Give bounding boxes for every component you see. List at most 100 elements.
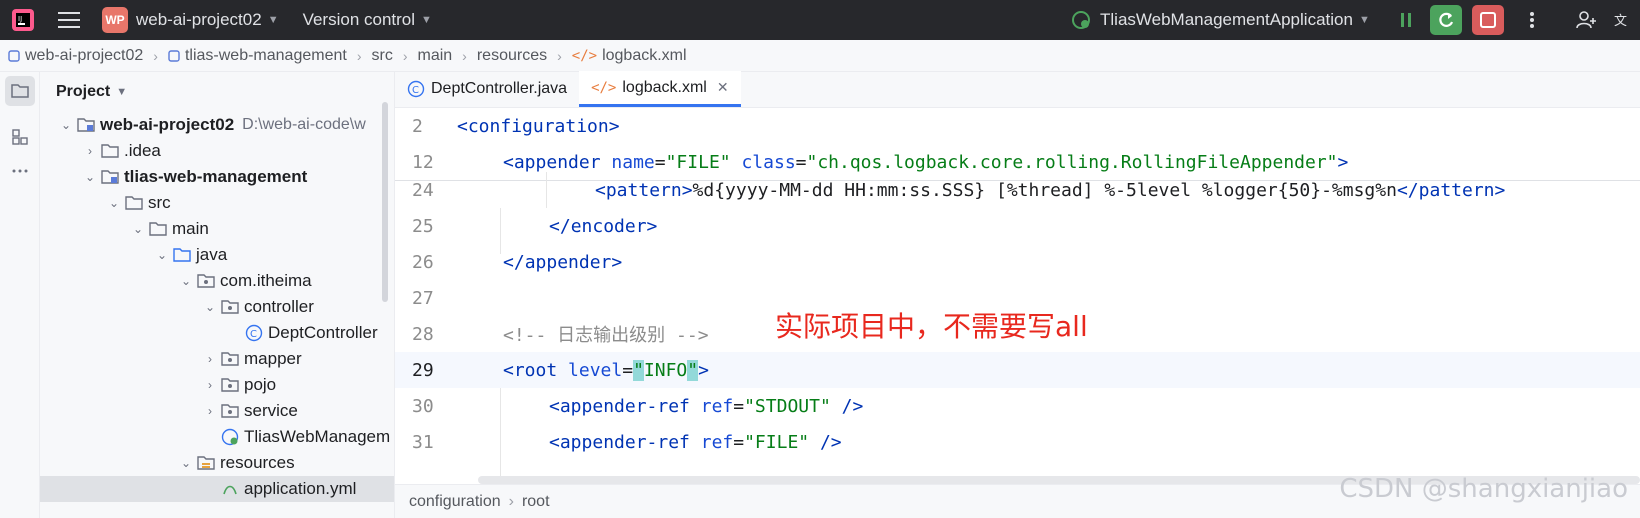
panel-title: Project	[56, 83, 111, 100]
tree-item-java[interactable]: ⌄ java	[152, 242, 227, 268]
code-line: 26 </appender>	[395, 244, 1640, 280]
xml-file-icon: </>	[591, 79, 617, 96]
translate-icon[interactable]: 文	[1606, 5, 1638, 35]
svg-text:IJ: IJ	[18, 15, 22, 23]
add-user-icon[interactable]	[1570, 5, 1602, 35]
code-line: 24 <pattern>%d{yyyy-MM-dd HH:mm:ss.SSS} …	[395, 172, 1640, 208]
chevron-right-icon: ›	[88, 144, 92, 158]
package-icon	[220, 401, 240, 421]
indent-guide	[546, 172, 547, 208]
version-control-menu[interactable]: Version control ▼	[303, 0, 432, 40]
tree-item-service[interactable]: › service	[200, 398, 298, 424]
title-bar: IJ WP web-ai-project02 ▼ Version control…	[0, 0, 1640, 40]
run-config-selector[interactable]: TliasWebManagementApplication ▼	[1070, 0, 1370, 40]
tree-item-application-yml[interactable]: application.yml	[40, 476, 394, 502]
tree-item-module[interactable]: ⌄ tlias-web-management	[80, 164, 307, 190]
line-number: 30	[412, 395, 434, 417]
main-menu-icon[interactable]	[58, 0, 80, 40]
tab-deptcontroller[interactable]: C DeptController.java	[395, 71, 579, 107]
breadcrumb-module[interactable]: tlias-web-management	[168, 47, 347, 65]
chevron-right-icon: ›	[208, 378, 212, 392]
code-token: class	[741, 151, 796, 173]
package-icon	[220, 349, 240, 369]
code-token: level	[568, 359, 623, 381]
rerun-button[interactable]	[1430, 5, 1462, 35]
structure-icon[interactable]	[5, 122, 35, 152]
resources-folder-icon	[196, 453, 216, 473]
project-folder-icon[interactable]	[5, 76, 35, 106]
line-number: 27	[412, 287, 434, 309]
chevron-down-icon: ⌄	[156, 248, 168, 262]
stop-button[interactable]	[1472, 5, 1504, 35]
panel-scrollbar[interactable]	[382, 102, 388, 302]
tree-item-deptcontroller[interactable]: C DeptController	[244, 320, 378, 346]
watermark: CSDN @shangxianjiao	[1339, 474, 1628, 504]
chevron-right-icon: ›	[508, 492, 514, 510]
svg-text:文: 文	[1614, 14, 1627, 29]
project-switcher[interactable]: WP web-ai-project02 ▼	[102, 0, 279, 40]
status-crumb[interactable]: root	[522, 493, 550, 511]
code-token: />	[830, 395, 864, 417]
breadcrumb-resources[interactable]: resources	[477, 47, 547, 65]
more-actions-icon[interactable]	[1516, 5, 1548, 35]
breadcrumb-project[interactable]: web-ai-project02	[8, 47, 143, 65]
tree-item-package-root[interactable]: ⌄ com.itheima	[176, 268, 312, 294]
tree-item-resources[interactable]: ⌄ resources	[176, 450, 295, 476]
tree-item-root[interactable]: ⌄ web-ai-project02 D:\web-ai-code\w	[56, 112, 366, 138]
tree-item-label: resources	[220, 453, 295, 472]
chevron-down-icon: ▼	[421, 14, 432, 26]
code-token: name	[611, 151, 655, 173]
chevron-right-icon: ›	[153, 47, 158, 64]
chevron-down-icon: ▼	[116, 86, 128, 98]
tree-item-src[interactable]: ⌄ src	[104, 190, 171, 216]
quote-match-highlight: "	[633, 359, 644, 381]
more-tools-icon[interactable]	[5, 156, 35, 186]
tree-item-main[interactable]: ⌄ main	[128, 216, 209, 242]
code-line-current: 29 <root level="INFO">	[395, 352, 1640, 388]
breadcrumb-file[interactable]: </> logback.xml	[572, 47, 687, 65]
breadcrumb-label: tlias-web-management	[184, 46, 347, 64]
tree-item-application-class[interactable]: TliasWebManagem	[220, 424, 390, 450]
tree-item-idea[interactable]: › .idea	[80, 138, 161, 164]
code-line: 2 <configuration>	[395, 108, 1640, 144]
code-token: appender	[513, 151, 601, 173]
code-token: pattern	[1418, 179, 1495, 201]
code-comment: <!-- 日志输出级别 -->	[503, 325, 709, 346]
chevron-down-icon: ⌄	[60, 118, 72, 132]
breadcrumb-label: logback.xml	[602, 46, 687, 64]
tree-item-label: service	[244, 401, 298, 420]
tree-item-pojo[interactable]: › pojo	[200, 372, 276, 398]
tree-item-label: pojo	[244, 375, 277, 394]
pause-icon[interactable]	[1390, 5, 1422, 35]
spring-boot-icon	[1072, 11, 1090, 29]
code-editor[interactable]: 2 <configuration> 12 <appender name="FIL…	[395, 108, 1640, 478]
app-logo-icon[interactable]: IJ	[10, 0, 36, 40]
tree-item-mapper[interactable]: › mapper	[200, 346, 302, 372]
tab-logback-xml[interactable]: </> logback.xml ✕	[579, 71, 741, 107]
folder-icon	[148, 219, 168, 239]
class-icon: C	[407, 80, 425, 98]
svg-text:C: C	[412, 85, 419, 96]
svg-text:C: C	[250, 329, 257, 340]
tree-item-label: com.itheima	[220, 271, 312, 290]
chevron-down-icon: ▼	[267, 14, 279, 26]
code-token: "STDOUT"	[744, 395, 831, 417]
chevron-down-icon: ⌄	[204, 300, 216, 314]
breadcrumb-src[interactable]: src	[371, 47, 392, 65]
tree-item-controller[interactable]: ⌄ controller	[200, 294, 314, 320]
tree-item-label: DeptController	[268, 323, 378, 342]
status-crumb[interactable]: configuration	[409, 493, 501, 511]
chevron-right-icon: ›	[402, 47, 408, 64]
tree-item-label: src	[148, 193, 171, 212]
project-panel-header[interactable]: Project ▼	[40, 72, 394, 112]
module-icon	[168, 49, 180, 62]
breadcrumb-main[interactable]: main	[417, 47, 452, 65]
close-icon[interactable]: ✕	[717, 79, 729, 96]
code-token: appender	[524, 251, 612, 273]
code-token: pattern	[605, 179, 682, 201]
package-icon	[220, 375, 240, 395]
tree-item-label: application.yml	[244, 479, 357, 498]
chevron-down-icon: ⌄	[132, 222, 144, 236]
rerun-icon	[1439, 12, 1454, 27]
indent-guide	[500, 208, 501, 254]
